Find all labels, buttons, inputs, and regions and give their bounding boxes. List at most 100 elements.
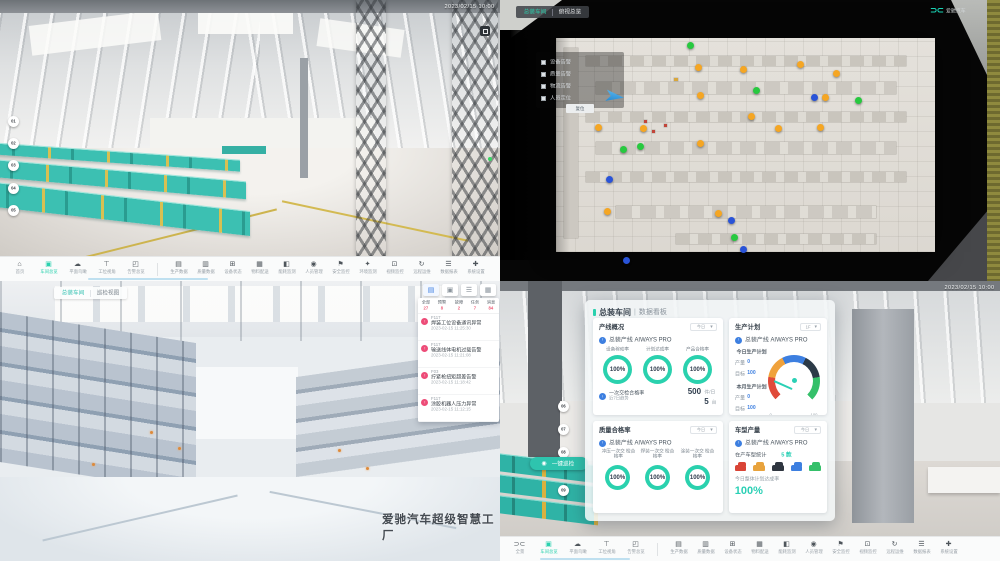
marker-badge[interactable]: 03 <box>8 160 19 171</box>
toolbar-item[interactable]: ⊃⊂全景 <box>505 541 534 557</box>
alarm-tab[interactable]: 任务7 <box>467 298 483 313</box>
marker-badge[interactable]: 07 <box>558 424 569 435</box>
reset-button[interactable]: 复位 <box>566 104 594 113</box>
toolbar-item[interactable]: ⊞设备状态 <box>719 541 746 557</box>
layer-toggle[interactable]: 人员定位 <box>541 92 619 104</box>
one-key-inspect-button[interactable]: ◉ 一键巡检 <box>530 457 588 470</box>
map-marker-green[interactable] <box>855 97 862 104</box>
marker-badge[interactable]: 01 <box>8 116 19 127</box>
toolbar-item[interactable]: ⊡视频监控 <box>854 541 881 557</box>
map-marker-orange[interactable] <box>697 140 704 147</box>
map-marker-blue[interactable] <box>623 257 630 264</box>
toolbar-item[interactable]: ◧能耗监测 <box>773 541 800 557</box>
map-marker-orange[interactable] <box>817 124 824 131</box>
toolbar-item[interactable]: ▣车间总览 <box>34 261 63 277</box>
toolbar-item[interactable]: ✚系统设置 <box>935 541 962 557</box>
floor-dropdown[interactable]: 1F▾ <box>800 323 821 331</box>
map-marker-orange[interactable] <box>604 208 611 215</box>
map-marker-green[interactable] <box>687 42 694 49</box>
layer-toggle[interactable]: 设备告警 <box>541 56 619 68</box>
map-marker-orange[interactable] <box>822 94 829 101</box>
toolbar-item[interactable]: ◉人员管理 <box>300 261 327 277</box>
marker-badge[interactable]: 02 <box>8 138 19 149</box>
map-marker-blue[interactable] <box>606 176 613 183</box>
panel-mini-tab[interactable]: ☰ <box>461 284 477 296</box>
alarm-list[interactable]: !F117焊装工位设备通讯异常2023-02-15 11:25:30!F117输… <box>418 314 499 422</box>
toolbar-item[interactable]: ✦环境监测 <box>354 261 381 277</box>
toolbar-item[interactable]: ▤生产数据 <box>165 261 192 277</box>
range-dropdown[interactable]: 今日▾ <box>690 426 717 434</box>
marker-badge[interactable]: 09 <box>558 485 569 496</box>
toolbar-item[interactable]: ◰告警总览 <box>621 541 650 557</box>
toolbar-item[interactable]: ⊤工位视角 <box>592 541 621 557</box>
map-marker-green[interactable] <box>620 146 627 153</box>
map-marker-orange[interactable] <box>640 125 647 132</box>
toolbar-item[interactable]: ☁平面鸟瞰 <box>563 541 592 557</box>
checkbox-icon[interactable] <box>541 72 546 77</box>
toolbar-item[interactable]: ▦物料配送 <box>246 261 273 277</box>
viewport-workshop-roam[interactable]: 2023/02/15 10:00 0102030405 ⌂首页▣车间总览☁平面鸟… <box>0 0 500 281</box>
checkbox-icon[interactable] <box>541 60 546 65</box>
map-marker-blue[interactable] <box>728 217 735 224</box>
map-marker-orange[interactable] <box>797 61 804 68</box>
toolbar-item[interactable]: ⚑安全监控 <box>827 541 854 557</box>
map-marker-orange[interactable] <box>695 64 702 71</box>
toolbar-item[interactable]: ↻远程运维 <box>881 541 908 557</box>
alarm-item[interactable]: !F117输送线体电机过载告警2023-02-15 11:21:08 <box>418 341 499 368</box>
alarm-item[interactable]: !F03拧紧枪扭矩超差告警2023-02-15 11:18:42 <box>418 368 499 395</box>
toolbar-item[interactable]: ✚系统设置 <box>462 261 489 277</box>
marker-badge[interactable]: 04 <box>8 183 19 194</box>
toolbar-item[interactable]: ↻远程运维 <box>408 261 435 277</box>
map-marker-orange[interactable] <box>740 66 747 73</box>
toolbar-item[interactable]: ▤生产数据 <box>665 541 692 557</box>
checkbox-icon[interactable] <box>541 96 546 101</box>
range-dropdown[interactable]: 今日▾ <box>690 323 717 331</box>
layer-toggle[interactable]: 质量告警 <box>541 68 619 80</box>
toolbar-item[interactable]: ⊡视频监控 <box>381 261 408 277</box>
map-marker-blue[interactable] <box>811 94 818 101</box>
map-marker-orange[interactable] <box>775 125 782 132</box>
toolbar-item[interactable]: ▥质量数据 <box>192 261 219 277</box>
toolbar-item[interactable]: ▦物料配送 <box>746 541 773 557</box>
toolbar-item[interactable]: ☰数据报表 <box>435 261 462 277</box>
toolbar-separator <box>157 263 158 276</box>
toolbar-item[interactable]: ◰告警总览 <box>121 261 150 277</box>
donut-chart: 100% <box>683 355 712 384</box>
toolbar-item[interactable]: ◉人员管理 <box>800 541 827 557</box>
range-dropdown[interactable]: 今日▾ <box>794 426 821 434</box>
alarm-tab[interactable]: 全部27 <box>418 298 434 313</box>
map-marker-orange[interactable] <box>595 124 602 131</box>
map-marker-orange[interactable] <box>697 92 704 99</box>
toolbar-item[interactable]: ⌂首页 <box>5 261 34 277</box>
map-marker-blue[interactable] <box>740 246 747 253</box>
toolbar-item[interactable]: ▣车间总览 <box>534 541 563 557</box>
toolbar-scrollbar[interactable] <box>540 558 630 560</box>
fullscreen-icon[interactable] <box>480 26 490 36</box>
toolbar-item[interactable]: ▥质量数据 <box>692 541 719 557</box>
toolbar-item[interactable]: ☁平面鸟瞰 <box>63 261 92 277</box>
marker-badge[interactable]: 05 <box>8 205 19 216</box>
toolbar-item[interactable]: ⊤工位视角 <box>92 261 121 277</box>
map-marker-green[interactable] <box>637 143 644 150</box>
alarm-tab[interactable]: 消息84 <box>483 298 499 313</box>
alarm-item[interactable]: !F117焊装工位设备通讯异常2023-02-15 11:25:30 <box>418 314 499 341</box>
panel-mini-tab[interactable]: ▤ <box>423 284 439 296</box>
map-marker-green[interactable] <box>753 87 760 94</box>
marker-badge[interactable]: 06 <box>558 401 569 412</box>
panel-mini-tab[interactable]: ▣ <box>442 284 458 296</box>
toolbar-item[interactable]: ⊞设备状态 <box>219 261 246 277</box>
panel-mini-tab[interactable]: ▦ <box>480 284 496 296</box>
alarm-tab[interactable]: 故障2 <box>450 298 466 313</box>
toolbar-item[interactable]: ☰数据报表 <box>908 541 935 557</box>
toolbar-item[interactable]: ◧能耗监测 <box>273 261 300 277</box>
alarm-item[interactable]: !F117涂胶机器人压力异常2023-02-15 11:12:15 <box>418 395 499 422</box>
viewport-plant-map[interactable]: 总装车间 俯视总览 ⊃⊂ 爱驰汽车 设备告警质量告警物流告警人员定位 复位 <box>500 0 1000 281</box>
viewport-dashboard[interactable]: 2023/02/15 10:00 06070809 ◉ 一键巡检 总装车间 | … <box>500 281 1000 561</box>
toolbar-scrollbar[interactable] <box>88 278 208 280</box>
toolbar-item[interactable]: ⚑安全监控 <box>327 261 354 277</box>
map-marker-green[interactable] <box>731 234 738 241</box>
viewport-inspection[interactable]: 总装车间 巡检视图 ▤▣☰▦ 全部27预警8故障2任务7消息84 !F117焊装… <box>0 281 500 561</box>
alarm-tab[interactable]: 预警8 <box>434 298 450 313</box>
checkbox-icon[interactable] <box>541 84 546 89</box>
map-marker-orange[interactable] <box>833 70 840 77</box>
